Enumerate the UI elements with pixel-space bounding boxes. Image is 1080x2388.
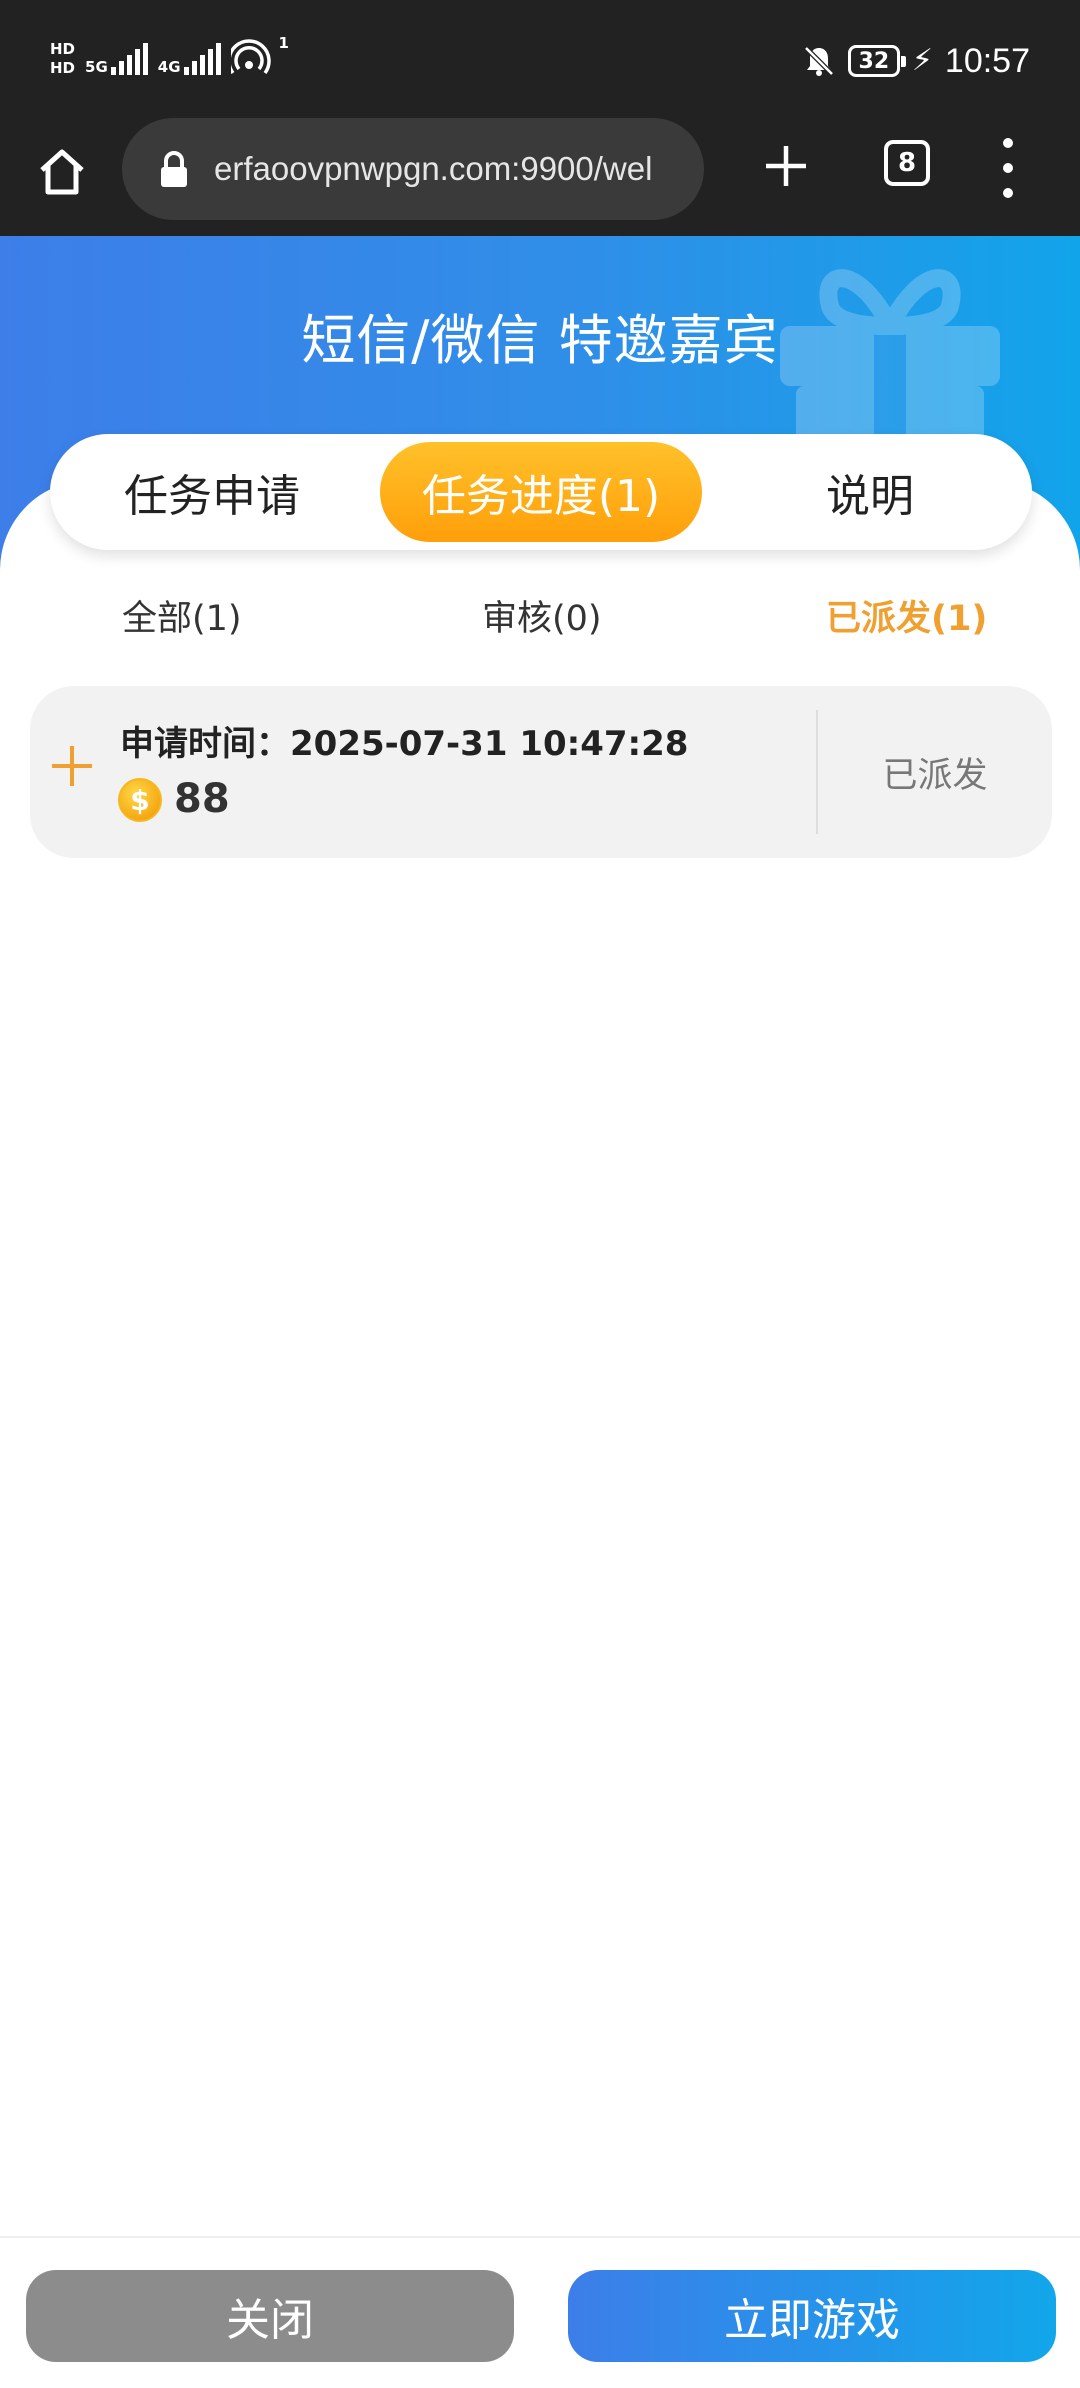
- filter-all[interactable]: 全部(1): [122, 590, 242, 641]
- status-icons-right: 32 ⚡ 10:57: [802, 36, 1030, 86]
- expand-plus-icon[interactable]: [52, 746, 92, 786]
- plus-icon: [766, 146, 806, 186]
- status-icons-left: HD HD 5G 4G 1: [50, 34, 289, 84]
- apply-time: 申请时间：2025-07-31 10:47:28: [120, 724, 689, 764]
- tab-task-apply[interactable]: 任务申请: [62, 442, 362, 542]
- dot-icon: [1003, 163, 1013, 173]
- hotspot-count: 1: [278, 34, 289, 52]
- tab-count: 8: [897, 148, 917, 178]
- filter-dispatched[interactable]: 已派发(1): [826, 590, 987, 641]
- lock-icon: [161, 151, 187, 187]
- url-text: erfaoovpnwpgn.com:9900/wel: [214, 150, 653, 187]
- main-tab-bar: 任务申请 任务进度(1) 说明: [50, 434, 1032, 550]
- mute-bell-icon: [804, 46, 834, 76]
- page-title: 短信/微信 特邀嘉宾: [301, 309, 779, 372]
- browser-toolbar: erfaoovpnwpgn.com:9900/wel 8: [0, 118, 1080, 236]
- network-type-label: 5G: [85, 58, 108, 76]
- battery-level: 32: [858, 48, 890, 74]
- hd-bottom-label: HD: [50, 59, 76, 77]
- charging-icon: ⚡: [911, 43, 933, 78]
- play-now-button[interactable]: 立即游戏: [568, 2270, 1056, 2362]
- tab-instructions[interactable]: 说明: [720, 442, 1020, 542]
- browser-menu-button[interactable]: [990, 138, 1026, 198]
- tab-switcher-button[interactable]: 8: [884, 140, 930, 186]
- record-status: 已派发: [882, 755, 988, 796]
- signal-bars-icon: [110, 43, 148, 75]
- coin-icon: $: [118, 778, 162, 822]
- hd-voice-indicator: HD HD: [50, 40, 75, 78]
- network-type-label: 4G: [157, 58, 181, 76]
- hotspot-icon: [230, 39, 271, 75]
- dot-icon: [1003, 188, 1013, 198]
- signal-5g: 5G: [85, 43, 148, 75]
- close-button[interactable]: 关闭: [26, 2270, 514, 2362]
- status-bar: HD HD 5G 4G 1 32 ⚡ 10:57: [0, 0, 1080, 118]
- status-filter-bar: 全部(1) 审核(0) 已派发(1): [0, 590, 1080, 652]
- record-card[interactable]: 申请时间：2025-07-31 10:47:28 $ 88 已派发: [30, 686, 1052, 858]
- reward-amount: 88: [174, 776, 230, 822]
- battery-icon: 32: [847, 45, 906, 77]
- new-tab-button[interactable]: [752, 132, 820, 200]
- hd-top-label: HD: [50, 40, 76, 58]
- home-button[interactable]: [28, 138, 96, 206]
- address-bar[interactable]: erfaoovpnwpgn.com:9900/wel: [122, 118, 704, 220]
- home-icon: [40, 149, 84, 195]
- tab-task-progress[interactable]: 任务进度(1): [380, 442, 702, 542]
- bottom-action-bar: 关闭 立即游戏: [0, 2236, 1080, 2388]
- filter-review[interactable]: 审核(0): [482, 590, 602, 641]
- signal-bars-icon: [183, 43, 221, 75]
- clock: 10:57: [944, 41, 1030, 80]
- signal-4g: 4G: [158, 43, 221, 75]
- dot-icon: [1003, 138, 1013, 148]
